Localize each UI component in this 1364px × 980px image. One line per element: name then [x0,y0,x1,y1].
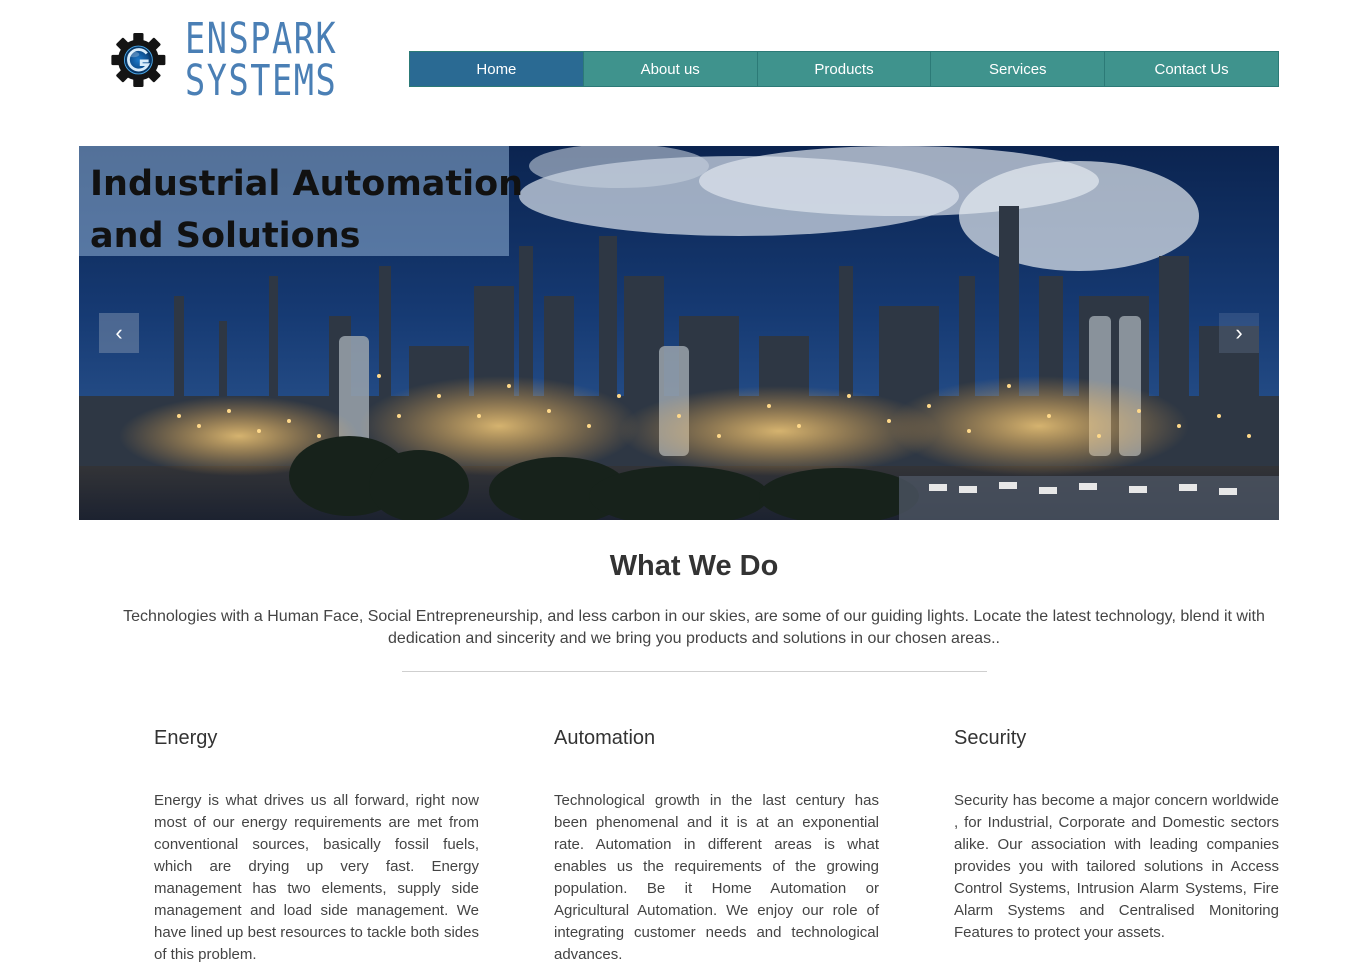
hero-carousel: Industrial Automation and Solutions ‹ › [79,146,1279,520]
feature-title: Automation [554,727,656,749]
nav-products[interactable]: Products [757,52,932,86]
feature-text: Energy is what drives us all forward, ri… [154,792,479,963]
what-we-do-text: Technologies with a Human Face, Social E… [123,608,1265,647]
carousel-next-button[interactable]: › [1219,313,1259,353]
feature-energy: Energy Energy is what drives us all forw… [154,724,479,966]
feature-title: Security [954,727,1027,749]
feature-text: Security has become a major concern worl… [954,792,1279,941]
site-header: ENSPARK SYSTEMS Home About us Products S… [0,0,1364,130]
slide-caption: Industrial Automation and Solutions [90,158,523,262]
slide-caption-line2: and Solutions [90,216,361,256]
gear-icon [111,33,166,87]
nav-home[interactable]: Home [410,52,584,86]
what-we-do-title: What We Do [609,550,779,582]
chevron-left-icon: ‹ [115,320,123,345]
brand-name: ENSPARK SYSTEMS [184,14,380,106]
carousel-prev-button[interactable]: ‹ [99,313,139,353]
brand-name-line1: ENSPARK [184,14,338,64]
nav-contact-us[interactable]: Contact Us [1105,52,1278,86]
brand-name-line2: SYSTEMS [184,56,338,106]
brand-logo[interactable]: ENSPARK SYSTEMS [110,4,380,116]
feature-security: Security Security has become a major con… [954,724,1279,944]
feature-automation: Automation Technological growth in the l… [554,724,879,966]
section-divider [402,671,987,672]
nav-about-us[interactable]: About us [583,52,758,86]
chevron-right-icon: › [1235,320,1243,345]
slide-caption-line1: Industrial Automation [90,164,524,204]
nav-services[interactable]: Services [931,52,1106,86]
feature-title: Energy [154,727,218,749]
feature-text: Technological growth in the last century… [554,792,879,963]
main-nav: Home About us Products Services Contact … [409,51,1279,87]
